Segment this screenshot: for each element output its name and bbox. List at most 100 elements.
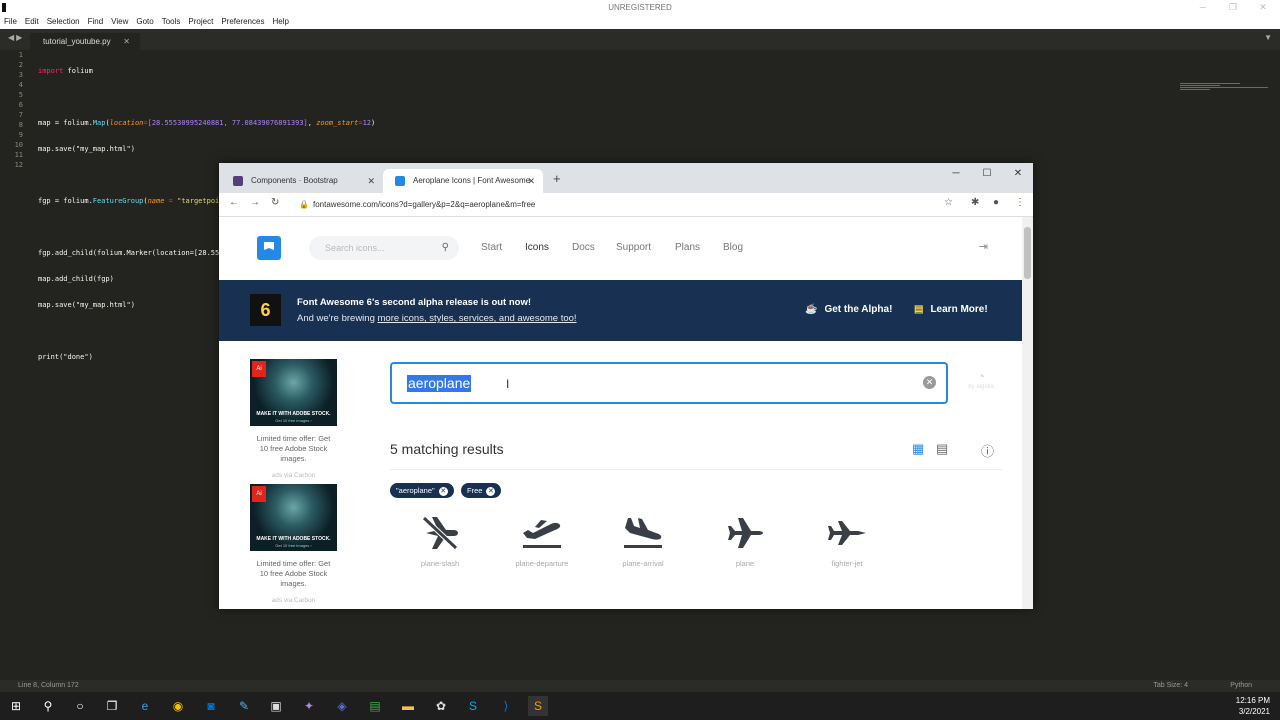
- close-tab-icon[interactable]: ✕: [527, 169, 535, 193]
- filter-chip-query[interactable]: "aeroplane" ✕: [390, 483, 454, 498]
- tab-nav-arrows-icon[interactable]: ◀▶: [8, 33, 24, 42]
- browser-tab-fontawesome[interactable]: Aeroplane Icons | Font Awesome ✕: [383, 169, 543, 193]
- minimap[interactable]: [1180, 83, 1270, 93]
- file-explorer-icon[interactable]: ▬: [398, 696, 418, 716]
- menu-file[interactable]: File: [0, 15, 21, 29]
- list-view-icon[interactable]: ▤: [936, 441, 948, 457]
- site-navbar: Search icons... ⚲ Start Icons Docs Suppo…: [219, 217, 1022, 280]
- sign-in-icon[interactable]: ⇥: [979, 240, 988, 253]
- notepad-icon[interactable]: ✎: [234, 696, 254, 716]
- maximize-icon[interactable]: ☐: [972, 163, 1002, 187]
- nav-link-start[interactable]: Start: [481, 242, 502, 253]
- tab-size[interactable]: Tab Size: 4: [1153, 680, 1188, 692]
- outlook-icon[interactable]: ◙: [201, 696, 221, 716]
- menu-goto[interactable]: Goto: [132, 15, 157, 29]
- reload-icon[interactable]: ↻: [271, 197, 279, 208]
- icon-search-input[interactable]: aeroplane I ✕: [390, 362, 948, 404]
- close-tab-icon[interactable]: ✕: [367, 169, 375, 193]
- menu-selection[interactable]: Selection: [43, 15, 84, 29]
- ad-image-subtext: Get 10 free images ›: [275, 543, 312, 548]
- bookmark-star-icon[interactable]: ☆: [944, 197, 953, 208]
- menu-tools[interactable]: Tools: [158, 15, 185, 29]
- grid-view-icon[interactable]: ▦: [912, 441, 924, 457]
- page-scrollbar[interactable]: [1022, 217, 1033, 609]
- minimize-icon[interactable]: ─: [1188, 0, 1218, 15]
- announcement-banner: 6 Font Awesome 6's second alpha release …: [219, 280, 1022, 341]
- paint-icon[interactable]: ✦: [299, 696, 319, 716]
- menu-kebab-icon[interactable]: ⋮: [1015, 197, 1025, 208]
- ad-image[interactable]: Ai MAKE IT WITH ADOBE STOCK. Get 10 free…: [250, 484, 337, 551]
- icon-result-plane-arrival[interactable]: plane-arrival: [603, 513, 683, 568]
- chrome-icon[interactable]: ◉: [168, 696, 188, 716]
- close-tab-icon[interactable]: ✕: [123, 33, 130, 50]
- remove-filter-icon[interactable]: ✕: [486, 487, 496, 496]
- search-value: aeroplane: [407, 375, 472, 392]
- menu-edit[interactable]: Edit: [21, 15, 43, 29]
- line-number: 12: [14, 161, 23, 169]
- nav-link-plans[interactable]: Plans: [675, 242, 700, 253]
- forward-icon[interactable]: →: [250, 197, 260, 208]
- minimize-icon[interactable]: ─: [941, 163, 971, 187]
- skype-icon[interactable]: S: [463, 696, 483, 716]
- menu-view[interactable]: View: [107, 15, 132, 29]
- edge-browser-icon[interactable]: e: [135, 696, 155, 716]
- search-icon[interactable]: ⚲: [38, 696, 58, 716]
- menu-find[interactable]: Find: [84, 15, 108, 29]
- search-icon[interactable]: ⚲: [442, 236, 449, 260]
- menu-preferences[interactable]: Preferences: [217, 15, 268, 29]
- banner-link[interactable]: more icons, styles, services, and awesom…: [378, 313, 577, 324]
- task-view-icon[interactable]: ❐: [102, 696, 122, 716]
- syntax-language[interactable]: Python: [1230, 680, 1252, 692]
- app-icon[interactable]: ✿: [431, 696, 451, 716]
- carbon-ad[interactable]: Ai MAKE IT WITH ADOBE STOCK. Get 10 free…: [250, 359, 337, 479]
- ad-via[interactable]: ads via Carbon: [250, 472, 337, 479]
- camtasia-icon[interactable]: ▤: [365, 696, 385, 716]
- learn-more-button[interactable]: ▤ Learn More!: [914, 304, 988, 315]
- icon-result-plane-departure[interactable]: plane-departure: [502, 513, 582, 568]
- close-icon[interactable]: ✕: [1003, 163, 1033, 187]
- windows-start-icon[interactable]: ⊞: [6, 696, 26, 716]
- profile-icon[interactable]: ●: [993, 197, 999, 208]
- filter-chip-free[interactable]: Free ✕: [461, 483, 502, 498]
- icon-result-plane[interactable]: plane: [705, 513, 785, 568]
- fontawesome-logo-icon[interactable]: [257, 236, 281, 260]
- ad-image-text: MAKE IT WITH ADOBE STOCK.: [256, 411, 331, 417]
- ad-via[interactable]: ads via Carbon: [250, 597, 337, 604]
- extensions-icon[interactable]: ✱: [971, 197, 979, 208]
- menu-project[interactable]: Project: [184, 15, 217, 29]
- nav-link-blog[interactable]: Blog: [723, 242, 743, 253]
- ad-caption[interactable]: Limited time offer: Get 10 free Adobe St…: [250, 559, 337, 589]
- cortana-icon[interactable]: ○: [70, 696, 90, 716]
- scrollbar-thumb[interactable]: [1024, 227, 1031, 279]
- menu-help[interactable]: Help: [268, 15, 292, 29]
- maximize-icon[interactable]: ❐: [1218, 0, 1248, 15]
- ad-image[interactable]: Ai MAKE IT WITH ADOBE STOCK. Get 10 free…: [250, 359, 337, 426]
- info-icon[interactable]: ⓘ: [981, 441, 994, 460]
- sublime-text-icon[interactable]: S: [528, 696, 548, 716]
- back-icon[interactable]: ←: [229, 197, 239, 208]
- nav-link-icons[interactable]: Icons: [525, 242, 549, 253]
- app-icon[interactable]: ▣: [266, 696, 286, 716]
- nav-link-support[interactable]: Support: [616, 242, 651, 253]
- nav-search-input[interactable]: Search icons... ⚲: [309, 236, 459, 260]
- clear-search-icon[interactable]: ✕: [923, 376, 936, 389]
- nav-link-docs[interactable]: Docs: [572, 242, 595, 253]
- browser-tab-bootstrap[interactable]: Components · Bootstrap ✕: [221, 169, 383, 193]
- algolia-badge[interactable]: ◔ by algolia: [964, 368, 998, 390]
- icon-result-plane-slash[interactable]: plane-slash: [400, 513, 480, 568]
- lock-icon[interactable]: 🔒: [299, 195, 309, 214]
- editor-tab[interactable]: tutorial_youtube.py ✕: [30, 33, 140, 50]
- remove-filter-icon[interactable]: ✕: [438, 487, 448, 496]
- ad-caption[interactable]: Limited time offer: Get 10 free Adobe St…: [250, 434, 337, 464]
- algolia-logo-icon: ◔: [976, 368, 986, 384]
- vscode-icon[interactable]: ⟩: [496, 696, 516, 716]
- close-icon[interactable]: ✕: [1248, 0, 1278, 15]
- address-bar[interactable]: 🔒 fontawesome.com/icons?d=gallery&p=2&q=…: [295, 195, 975, 214]
- tab-dropdown-icon[interactable]: ▼: [1264, 33, 1272, 42]
- app-icon[interactable]: ◈: [332, 696, 352, 716]
- get-alpha-button[interactable]: ☕ Get the Alpha!: [805, 304, 892, 315]
- system-clock[interactable]: 12:16 PM 3/2/2021: [1236, 695, 1270, 717]
- new-tab-icon[interactable]: +: [553, 171, 561, 186]
- icon-result-fighter-jet[interactable]: fighter-jet: [807, 513, 887, 568]
- carbon-ad[interactable]: Ai MAKE IT WITH ADOBE STOCK. Get 10 free…: [250, 484, 337, 604]
